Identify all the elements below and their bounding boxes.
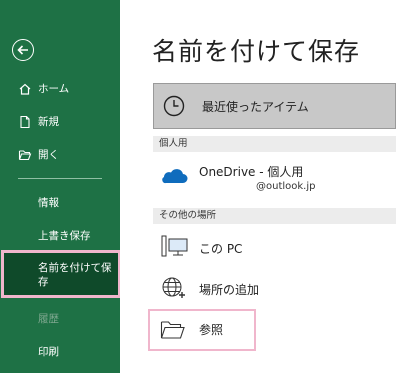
globe-add-icon [162,277,185,298]
sidebar-item-open[interactable]: 開く [0,143,120,167]
open-folder-icon [18,150,32,161]
sidebar-item-new[interactable]: 新規 [0,110,120,134]
browse-highlight [148,309,256,351]
sidebar-item-save[interactable]: 上書き保存 [0,224,120,248]
sidebar-divider [18,178,102,179]
backstage-sidebar: ホーム 新規 開く 情報 上書き保存 名前を付けて保存 履歴 印刷 [0,0,121,373]
sidebar-item-label: ホーム [38,83,70,95]
sidebar-item-label: 履歴 [38,313,59,325]
sidebar-item-label: 名前を付けて保存 [38,262,112,288]
new-document-icon [20,115,30,129]
location-label: OneDrive - 個人用 [199,165,304,179]
sidebar-item-history: 履歴 [0,307,120,331]
sidebar-item-save-as[interactable]: 名前を付けて保存 [1,250,121,298]
sidebar-item-label: 情報 [38,197,59,209]
location-this-pc[interactable]: この PC [153,227,396,267]
section-header-personal: 個人用 [153,136,396,152]
onedrive-cloud-icon [162,169,188,184]
location-onedrive[interactable]: OneDrive - 個人用 @outlook.jp [153,156,396,196]
save-as-panel: 名前を付けて保存 最近使ったアイテム 個人用 OneDrive - 個人用 @o… [120,0,400,373]
recent-items-button[interactable]: 最近使ったアイテム [153,83,396,129]
sidebar-item-label: 新規 [38,116,59,128]
back-button[interactable] [12,39,34,61]
section-header-other-locations: その他の場所 [153,208,396,224]
sidebar-item-info[interactable]: 情報 [0,191,120,215]
sidebar-item-label: 印刷 [38,346,59,358]
page-title: 名前を付けて保存 [152,37,361,66]
clock-icon [163,95,185,117]
back-arrow-icon [17,45,28,55]
recent-items-label: 最近使ったアイテム [202,100,309,114]
location-label: この PC [199,242,243,256]
computer-icon [161,235,188,257]
location-sublabel: @outlook.jp [256,181,316,192]
sidebar-item-print[interactable]: 印刷 [0,340,120,364]
location-label: 場所の追加 [199,283,260,297]
sidebar-item-label: 開く [38,149,59,161]
sidebar-item-home[interactable]: ホーム [0,77,120,101]
location-add-place[interactable]: 場所の追加 [153,268,396,308]
home-icon [19,83,31,95]
sidebar-item-label: 上書き保存 [38,230,91,242]
